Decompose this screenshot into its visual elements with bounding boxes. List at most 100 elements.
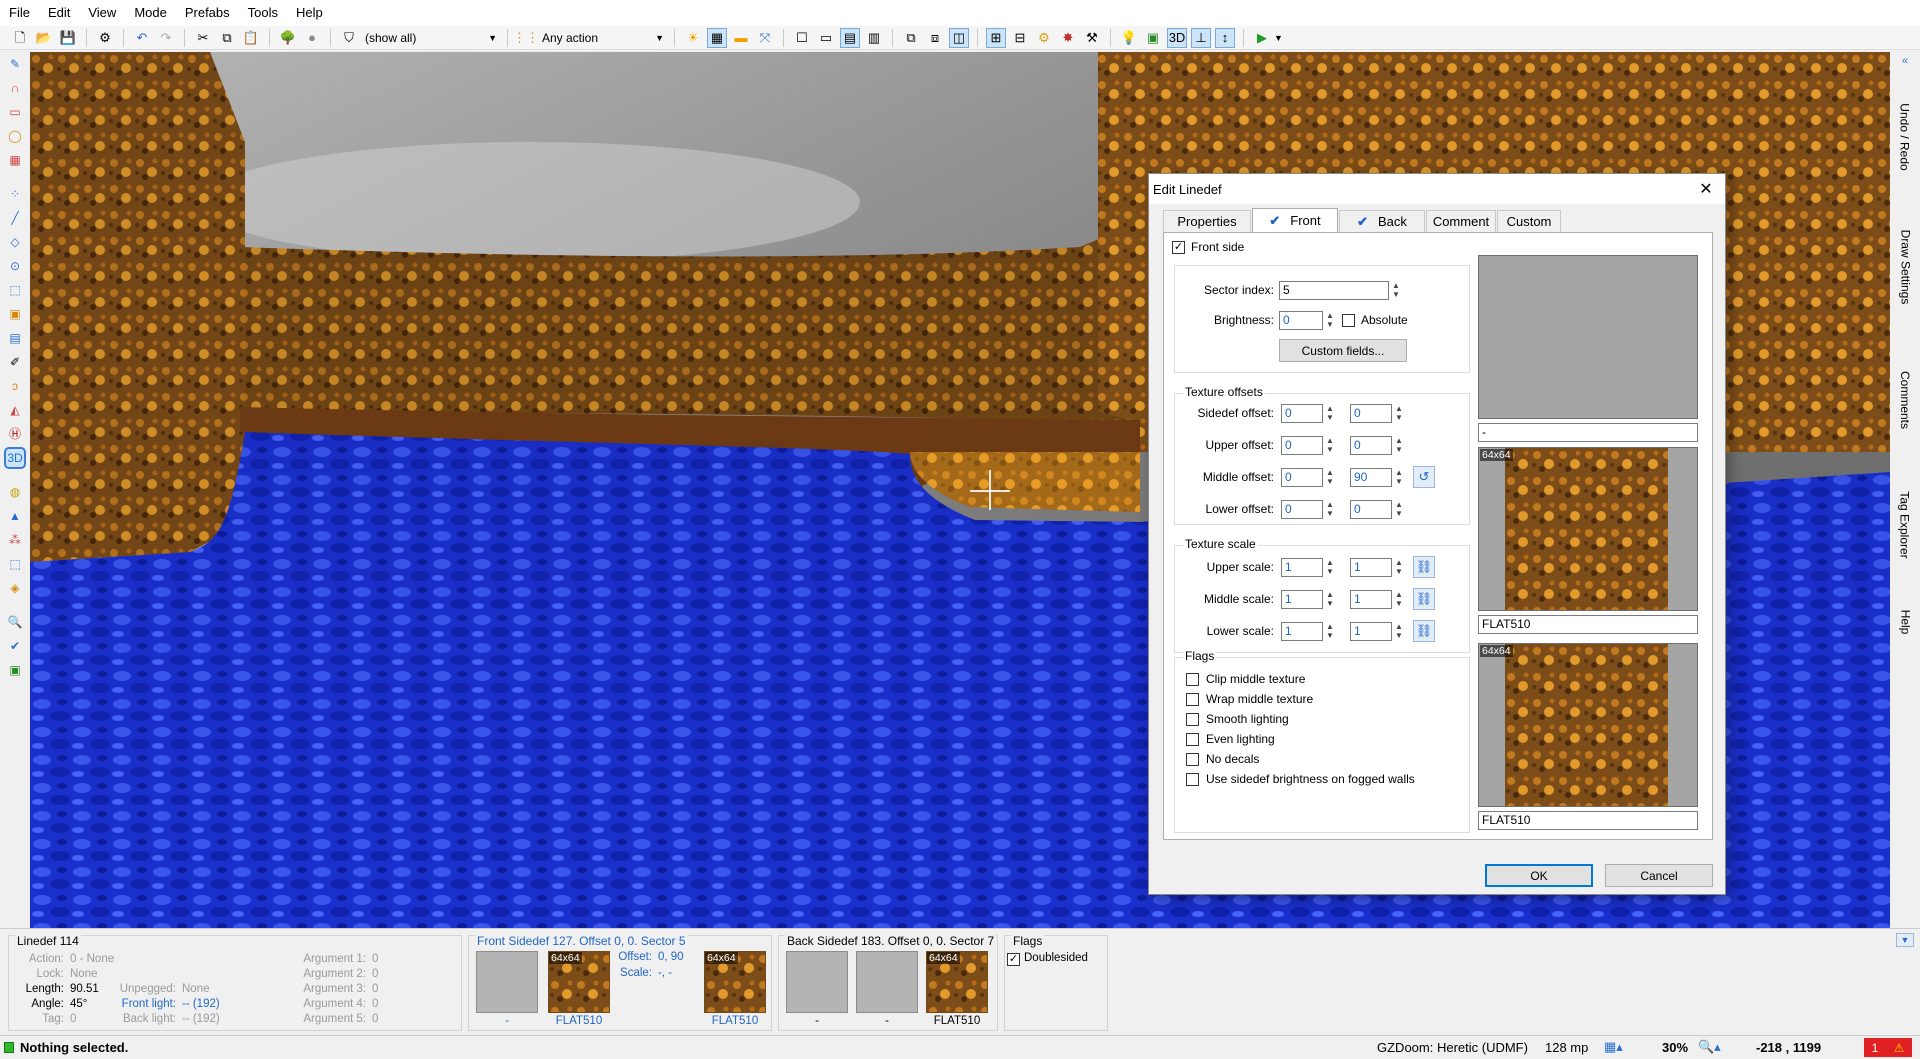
smooth-lighting-checkbox[interactable] — [1186, 713, 1199, 726]
fullbright-icon[interactable]: ☀ — [683, 28, 703, 48]
upper-texture-preview[interactable] — [1478, 255, 1698, 419]
menu-file[interactable]: File — [0, 0, 39, 26]
redo-icon[interactable]: ↷ — [156, 28, 176, 48]
open-map-icon[interactable]: 📂 — [34, 28, 54, 48]
lower-scale-x-input[interactable]: 1 — [1281, 622, 1323, 641]
reset-offset-icon[interactable]: ↺ — [1413, 466, 1435, 488]
draw-ellipse-icon[interactable]: ◯ — [6, 127, 24, 145]
things-filter-dropdown[interactable]: (show all) ▼ — [361, 28, 501, 48]
paste-icon[interactable]: 📋 — [241, 28, 261, 48]
front-side-checkbox[interactable]: ✓ — [1172, 241, 1185, 254]
terrain-icon[interactable]: ▲ — [6, 507, 24, 525]
visual-mode-icon[interactable]: 3D — [4, 447, 26, 469]
copy-icon[interactable]: ⧉ — [217, 28, 237, 48]
ear-icon[interactable]: ↄ — [6, 377, 24, 395]
middle-scale-x-spinner[interactable]: ▲ ▼ — [1325, 590, 1335, 609]
upper-offset-y-spinner[interactable]: ▲ ▼ — [1394, 436, 1404, 455]
grid-icon[interactable]: ▦ — [707, 27, 727, 48]
collapse-docker-icon[interactable]: « — [1894, 52, 1916, 70]
middle-texture-name-input[interactable]: FLAT510 — [1478, 615, 1698, 634]
middle-offset-y-spinner[interactable]: ▲ ▼ — [1394, 468, 1404, 487]
wrap-middle-texture-checkbox[interactable] — [1186, 693, 1199, 706]
screenshot-icon[interactable]: ▣ — [1143, 28, 1163, 48]
tab-back[interactable]: ✔ Back — [1339, 210, 1425, 232]
custom-fields-button[interactable]: Custom fields... — [1279, 339, 1407, 362]
thing-icon[interactable]: ● — [302, 28, 322, 48]
models-icon[interactable]: ⚙ — [1034, 28, 1054, 48]
sector-index-spinner[interactable]: ▲ ▼ — [1391, 281, 1401, 300]
menu-edit[interactable]: Edit — [39, 0, 79, 26]
zoom-label[interactable]: 30% — [1662, 1040, 1688, 1055]
tab-front[interactable]: ✔ Front — [1252, 208, 1338, 232]
link-scale-icon[interactable]: ⛓ — [1413, 620, 1435, 642]
heretic-icon[interactable]: Ⓗ — [6, 425, 24, 443]
upper-scale-y-input[interactable]: 1 — [1350, 558, 1392, 577]
brightness-spinner[interactable]: ▲ ▼ — [1325, 311, 1335, 330]
middle-scale-y-input[interactable]: 1 — [1350, 590, 1392, 609]
link-scale-icon[interactable]: ⛓ — [1413, 556, 1435, 578]
brightness-input[interactable]: 0 — [1279, 311, 1323, 330]
snap-grid-icon[interactable]: ⊞ — [986, 27, 1006, 48]
sidedef-offset-y-spinner[interactable]: ▲ ▼ — [1394, 404, 1404, 423]
game-icon[interactable]: ⚒ — [1082, 28, 1102, 48]
menu-tools[interactable]: Tools — [239, 0, 287, 26]
lower-offset-x-input[interactable]: 0 — [1281, 500, 1323, 519]
middle-scale-y-spinner[interactable]: ▲ ▼ — [1394, 590, 1404, 609]
visual-mode-icon[interactable]: 3D — [1167, 27, 1187, 48]
view-floors-icon[interactable]: ▤ — [840, 27, 860, 48]
lower-texture-name-input[interactable]: FLAT510 — [1478, 811, 1698, 830]
things-mode-icon[interactable]: ⊙ — [6, 257, 24, 275]
upper-scale-x-spinner[interactable]: ▲ ▼ — [1325, 558, 1335, 577]
tab-properties[interactable]: Properties — [1163, 210, 1251, 232]
make-sectors-icon[interactable]: ⬚ — [6, 281, 24, 299]
menu-view[interactable]: View — [79, 0, 125, 26]
upper-scale-y-spinner[interactable]: ▲ ▼ — [1394, 558, 1404, 577]
sector-index-input[interactable]: 5 — [1279, 281, 1389, 300]
link-scale-icon[interactable]: ⛓ — [1413, 588, 1435, 610]
light-bulb-icon[interactable]: 💡 — [1119, 28, 1139, 48]
back-upper-texture[interactable] — [786, 951, 848, 1013]
close-icon[interactable]: ✕ — [1695, 178, 1717, 200]
script-editor-icon[interactable]: ▣ — [6, 661, 24, 679]
dock-tab-draw-settings[interactable]: Draw Settings — [1894, 197, 1916, 337]
draw-lines-icon[interactable]: ✎ — [6, 55, 24, 73]
comments-view-icon[interactable]: ▬ — [731, 28, 751, 48]
vertices-mode-icon[interactable]: ⁘ — [6, 185, 24, 203]
fixed-things-scale-icon[interactable]: ⤧ — [755, 28, 775, 48]
middle-scale-x-input[interactable]: 1 — [1281, 590, 1323, 609]
lower-scale-y-spinner[interactable]: ▲ ▼ — [1394, 622, 1404, 641]
draw-grid-icon[interactable]: ▦ — [6, 151, 24, 169]
color-wheel-icon[interactable]: ◍ — [6, 483, 24, 501]
upper-offset-x-spinner[interactable]: ▲ ▼ — [1325, 436, 1335, 455]
dock-tab-undo-redo[interactable]: Undo / Redo — [1894, 82, 1916, 192]
grid-icon[interactable]: ▦▴ — [1604, 1039, 1623, 1055]
chevron-down-icon[interactable]: ▼ — [1274, 33, 1283, 43]
dock-tab-tag-explorer[interactable]: Tag Explorer — [1894, 462, 1916, 587]
draw-brush-icon[interactable]: ✐ — [6, 353, 24, 371]
sound-propagation-icon[interactable]: ▤ — [6, 329, 24, 347]
sidedef-offset-x-spinner[interactable]: ▲ ▼ — [1325, 404, 1335, 423]
scatter-icon[interactable]: ⁂ — [6, 531, 24, 549]
menu-prefabs[interactable]: Prefabs — [176, 0, 239, 26]
merge-classic-icon[interactable]: ⧈ — [925, 28, 945, 48]
lower-offset-x-spinner[interactable]: ▲ ▼ — [1325, 500, 1335, 519]
front-middle-texture[interactable]: 64x64 — [548, 951, 610, 1013]
warnings-indicator[interactable]: 1 ⚠ — [1864, 1038, 1912, 1057]
dynamic-lights-icon[interactable]: ✸ — [1058, 28, 1078, 48]
lower-scale-y-input[interactable]: 1 — [1350, 622, 1392, 641]
sectors-mode-icon[interactable]: ◇ — [6, 233, 24, 251]
draw-rectangle-icon[interactable]: ▭ — [6, 103, 24, 121]
gravity-icon[interactable]: ⊥ — [1191, 27, 1211, 48]
select-icon[interactable]: ⬚ — [6, 555, 24, 573]
even-lighting-checkbox[interactable] — [1186, 733, 1199, 746]
view-brightness-icon[interactable]: ▭ — [816, 28, 836, 48]
paint-icon[interactable]: ◭ — [6, 401, 24, 419]
action-filter-dropdown[interactable]: Any action ▼ — [538, 28, 668, 48]
upper-offset-y-input[interactable]: 0 — [1350, 436, 1392, 455]
draw-curve-icon[interactable]: ∩ — [6, 79, 24, 97]
sidedef-offset-x-input[interactable]: 0 — [1281, 404, 1323, 423]
front-upper-texture[interactable] — [476, 951, 538, 1013]
upper-texture-name-input[interactable]: - — [1478, 423, 1698, 442]
auto-merge-icon[interactable]: ⊟ — [1010, 28, 1030, 48]
absolute-checkbox[interactable] — [1342, 314, 1355, 327]
